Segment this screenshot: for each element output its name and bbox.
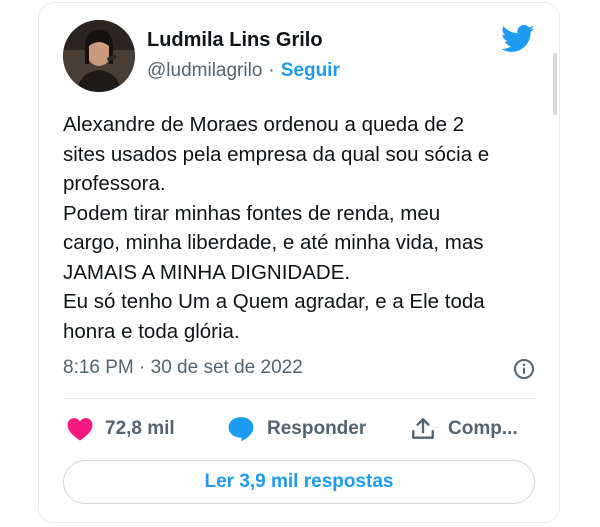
twitter-bird-icon[interactable] xyxy=(501,25,535,53)
read-replies-button[interactable]: Ler 3,9 mil respostas xyxy=(63,460,535,504)
tweet-line: sites usados pela empresa da qual sou só… xyxy=(63,142,490,166)
scrollbar[interactable] xyxy=(553,53,557,115)
tweet-line: cargo, minha liberdade, e até minha vida… xyxy=(63,231,484,254)
tweet-timestamp[interactable]: 8:16 PM · 30 de set de 2022 xyxy=(63,357,303,379)
tweet-line: Podem tirar minhas fontes de renda, meu xyxy=(63,201,441,225)
follow-button[interactable]: Seguir xyxy=(281,60,340,82)
divider xyxy=(63,398,535,399)
reply-label: Responder xyxy=(267,418,367,439)
share-upload-icon xyxy=(412,418,434,439)
tweet-line: JAMAIS A MINHA DIGNIDADE. xyxy=(63,260,351,284)
tweet-text: Alexandre de Moraes ordenou a queda de 2… xyxy=(63,110,543,346)
author-handle-row: @ludmilagrilo · Seguir xyxy=(147,60,340,82)
action-bar: 72,8 mil Responder Comp... xyxy=(63,409,535,449)
info-icon[interactable] xyxy=(513,358,535,380)
tweet-line: Alexandre de Moraes ordenou a queda de 2 xyxy=(63,113,465,136)
tweet-line: honra e toda glória. xyxy=(63,319,240,343)
tweet-card: Ludmila Lins Grilo @ludmilagrilo · Segui… xyxy=(38,2,560,523)
share-button[interactable]: Comp... xyxy=(410,416,518,442)
tweet-line: professora. xyxy=(63,172,166,195)
speech-bubble-icon xyxy=(228,417,254,442)
like-count: 72,8 mil xyxy=(105,418,175,439)
tweet-line: Eu só tenho Um a Quem agradar, e a Ele t… xyxy=(63,290,485,313)
reply-button[interactable]: Responder xyxy=(227,416,366,442)
share-label: Comp... xyxy=(448,418,518,439)
like-button[interactable]: 72,8 mil xyxy=(67,417,175,441)
separator: · xyxy=(268,60,275,81)
avatar[interactable] xyxy=(63,20,135,92)
heart-icon xyxy=(67,418,93,441)
author-handle[interactable]: @ludmilagrilo xyxy=(147,60,262,82)
author-name[interactable]: Ludmila Lins Grilo xyxy=(147,29,323,52)
